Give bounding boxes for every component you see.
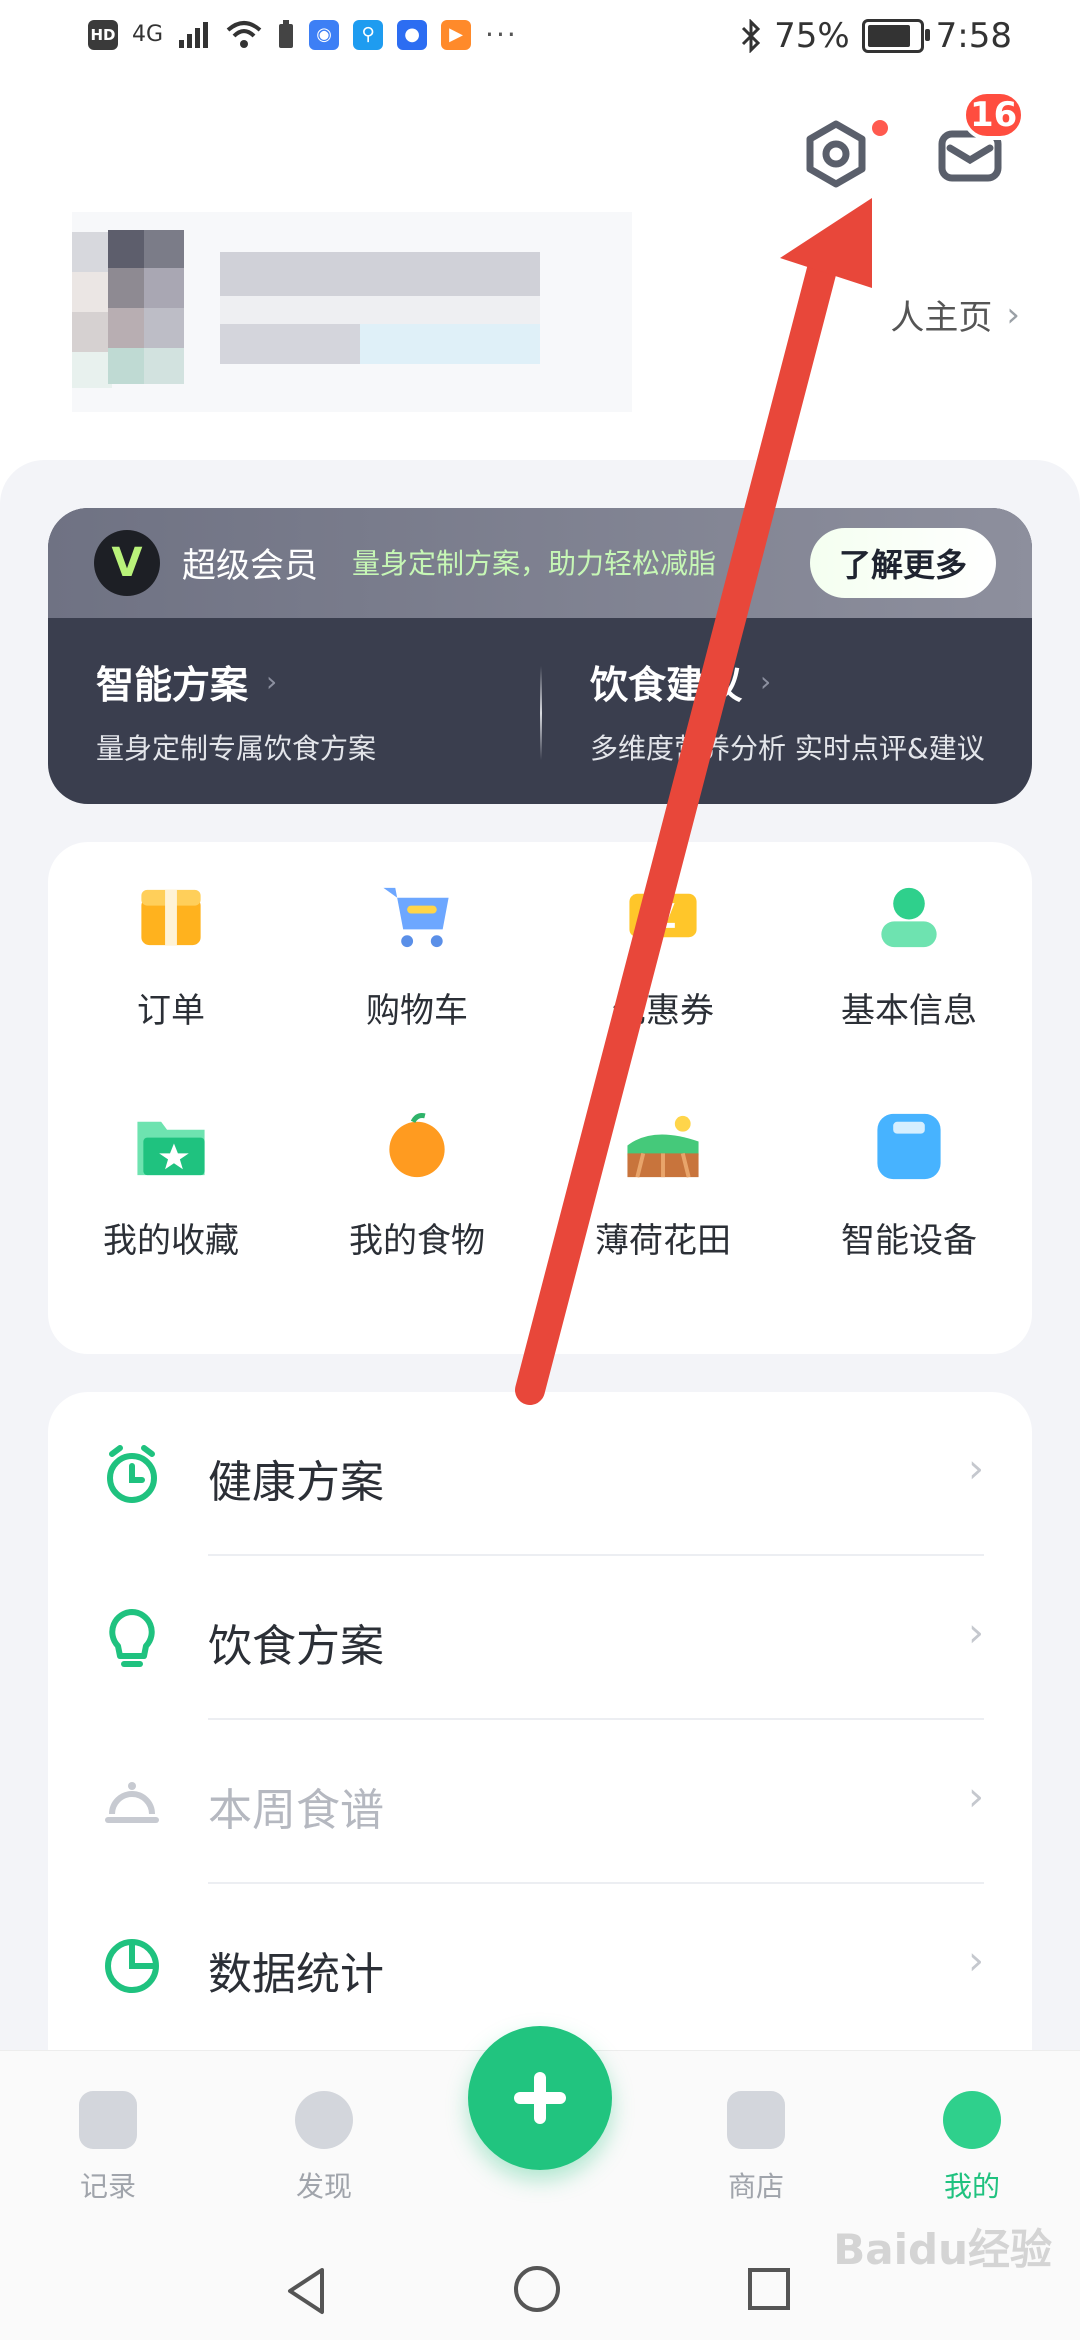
status-bar: HD 4G ◉ ⚲ ● ▶ ··· 75% 7:58: [0, 0, 1080, 84]
folder-star-icon: [137, 1121, 205, 1176]
back-icon[interactable]: [282, 2266, 330, 2316]
diet-advice-entry[interactable]: 饮食建议 › 多维度营养分析 实时点评&建议: [590, 654, 985, 767]
grid-item-label: 购物车: [366, 991, 468, 1031]
shortcut-grid: 订单 购物车 优惠券 基本信息 我的收藏 我的食物 薄荷花田 智能设备: [48, 842, 1032, 1354]
scale-icon: [877, 1113, 941, 1180]
smart-plan-entry[interactable]: 智能方案 › 量身定制专属饮食方案: [96, 654, 376, 767]
profile-face-icon: [943, 2091, 1001, 2149]
coupon-icon: [629, 893, 697, 938]
vip-card[interactable]: V 超级会员 量身定制方案，助力轻松减脂 了解更多 智能方案 › 量身定制专属饮食…: [48, 508, 1032, 804]
play-app-icon: ▶: [441, 19, 472, 50]
battery-percent: 75%: [774, 16, 850, 56]
list-item-diet-plan[interactable]: 饮食方案 ›: [48, 1556, 1032, 1720]
vip-logo: V: [94, 530, 160, 596]
profile-homepage-link[interactable]: 人主页 ›: [890, 290, 1020, 339]
chevron-right-icon: ›: [760, 665, 772, 698]
search-app-icon: ⚲: [353, 19, 384, 50]
chevron-right-icon: ›: [968, 1774, 984, 1820]
bulb-app-icon: ●: [397, 19, 428, 50]
grid-item-smart-devices[interactable]: 智能设备: [786, 1072, 1032, 1262]
hd-indicator: HD: [88, 19, 118, 50]
cart-icon: [383, 887, 449, 948]
grid-item-coupons[interactable]: 优惠券: [540, 842, 786, 1032]
app-notification-icon: ◉: [309, 19, 340, 50]
learn-more-button[interactable]: 了解更多: [810, 528, 996, 598]
grid-item-mint-field[interactable]: 薄荷花田: [540, 1072, 786, 1262]
tab-label: 发现: [295, 2170, 352, 2203]
bluetooth-icon: [742, 19, 761, 53]
unread-count-badge: 16: [962, 90, 1026, 140]
diet-advice-title: 饮食建议: [590, 663, 743, 707]
timer-icon: [107, 1445, 157, 1503]
chevron-right-icon: ›: [266, 665, 278, 698]
tab-discover[interactable]: 发现: [264, 2091, 384, 2205]
recent-apps-icon[interactable]: [748, 2268, 790, 2310]
tab-label: 我的: [943, 2170, 1000, 2203]
signal-icon: [179, 21, 209, 48]
grid-item-orders[interactable]: 订单: [48, 842, 294, 1032]
wifi-icon: [226, 20, 262, 48]
list-item-label: 本周食谱: [208, 1785, 384, 1836]
vip-slogan: 量身定制方案，助力轻松减脂: [352, 547, 717, 580]
grid-item-label: 智能设备: [841, 1221, 977, 1261]
profile-link-label: 人主页: [890, 298, 993, 338]
avatar[interactable]: [72, 212, 632, 412]
smart-plan-subtitle: 量身定制专属饮食方案: [96, 732, 377, 765]
grid-item-label: 薄荷花田: [595, 1221, 731, 1261]
gear-icon: [806, 120, 866, 188]
field-icon: [627, 1115, 699, 1178]
network-type: 4G: [132, 22, 164, 47]
shopping-bag-icon: [727, 2091, 785, 2149]
status-left: HD 4G ◉ ⚲ ● ▶ ···: [88, 18, 518, 51]
tab-mine[interactable]: 我的: [912, 2091, 1032, 2205]
list-item-health-plan[interactable]: 健康方案 ›: [48, 1392, 1032, 1556]
user-icon: [881, 887, 937, 948]
planet-icon: [295, 2091, 353, 2149]
grid-item-label: 订单: [137, 991, 205, 1031]
grid-item-label: 我的食物: [349, 1221, 485, 1261]
tab-label: 记录: [79, 2170, 136, 2203]
package-icon: [141, 889, 201, 946]
smart-plan-title: 智能方案: [96, 663, 249, 707]
vip-title: 超级会员: [182, 546, 318, 586]
calendar-icon: [79, 2091, 137, 2149]
settings-button[interactable]: [800, 118, 872, 190]
grid-item-my-food[interactable]: 我的食物: [294, 1072, 540, 1262]
more-notifications: ···: [485, 18, 518, 51]
list-item-weekly-recipes[interactable]: 本周食谱 ›: [48, 1720, 1032, 1884]
divider: [540, 666, 542, 760]
tab-record[interactable]: 记录: [48, 2091, 168, 2205]
chevron-right-icon: ›: [968, 1938, 984, 1984]
grid-item-favorites[interactable]: 我的收藏: [48, 1072, 294, 1262]
blurred-profile-image: [72, 212, 632, 412]
add-button[interactable]: [468, 2026, 612, 2170]
list-item-label: 健康方案: [208, 1457, 384, 1508]
grid-item-label: 基本信息: [841, 991, 977, 1031]
clock: 7:58: [935, 16, 1012, 56]
chevron-right-icon: ›: [968, 1446, 984, 1492]
pie-chart-icon: [105, 1939, 159, 1993]
orange-icon: [389, 1113, 445, 1178]
bulb-icon: [109, 1609, 155, 1667]
grid-item-label: 我的收藏: [103, 1221, 239, 1261]
list-item-label: 饮食方案: [208, 1621, 384, 1672]
home-icon[interactable]: [514, 2266, 560, 2312]
list-item-label: 数据统计: [208, 1949, 384, 2000]
cloche-icon: [105, 1782, 159, 1823]
grid-item-label: 优惠券: [612, 991, 714, 1031]
settings-notification-dot: [872, 120, 888, 136]
menu-list: 健康方案 › 饮食方案 › 本周食谱 › 数据统计 ›: [48, 1392, 1032, 2082]
battery-icon: [861, 19, 930, 53]
chevron-right-icon: ›: [1006, 294, 1020, 335]
tab-shop[interactable]: 商店: [696, 2091, 816, 2205]
battery-warning-icon: [279, 19, 294, 48]
list-item-data-stats[interactable]: 数据统计 ›: [48, 1884, 1032, 2048]
tab-label: 商店: [727, 2170, 784, 2203]
grid-item-cart[interactable]: 购物车: [294, 842, 540, 1032]
watermark: Baidu经验: [833, 2225, 1052, 2274]
chevron-right-icon: ›: [968, 1610, 984, 1656]
status-right: 75% 7:58: [740, 16, 1012, 56]
diet-advice-subtitle: 多维度营养分析 实时点评&建议: [590, 732, 985, 765]
grid-item-basic-info[interactable]: 基本信息: [786, 842, 1032, 1032]
